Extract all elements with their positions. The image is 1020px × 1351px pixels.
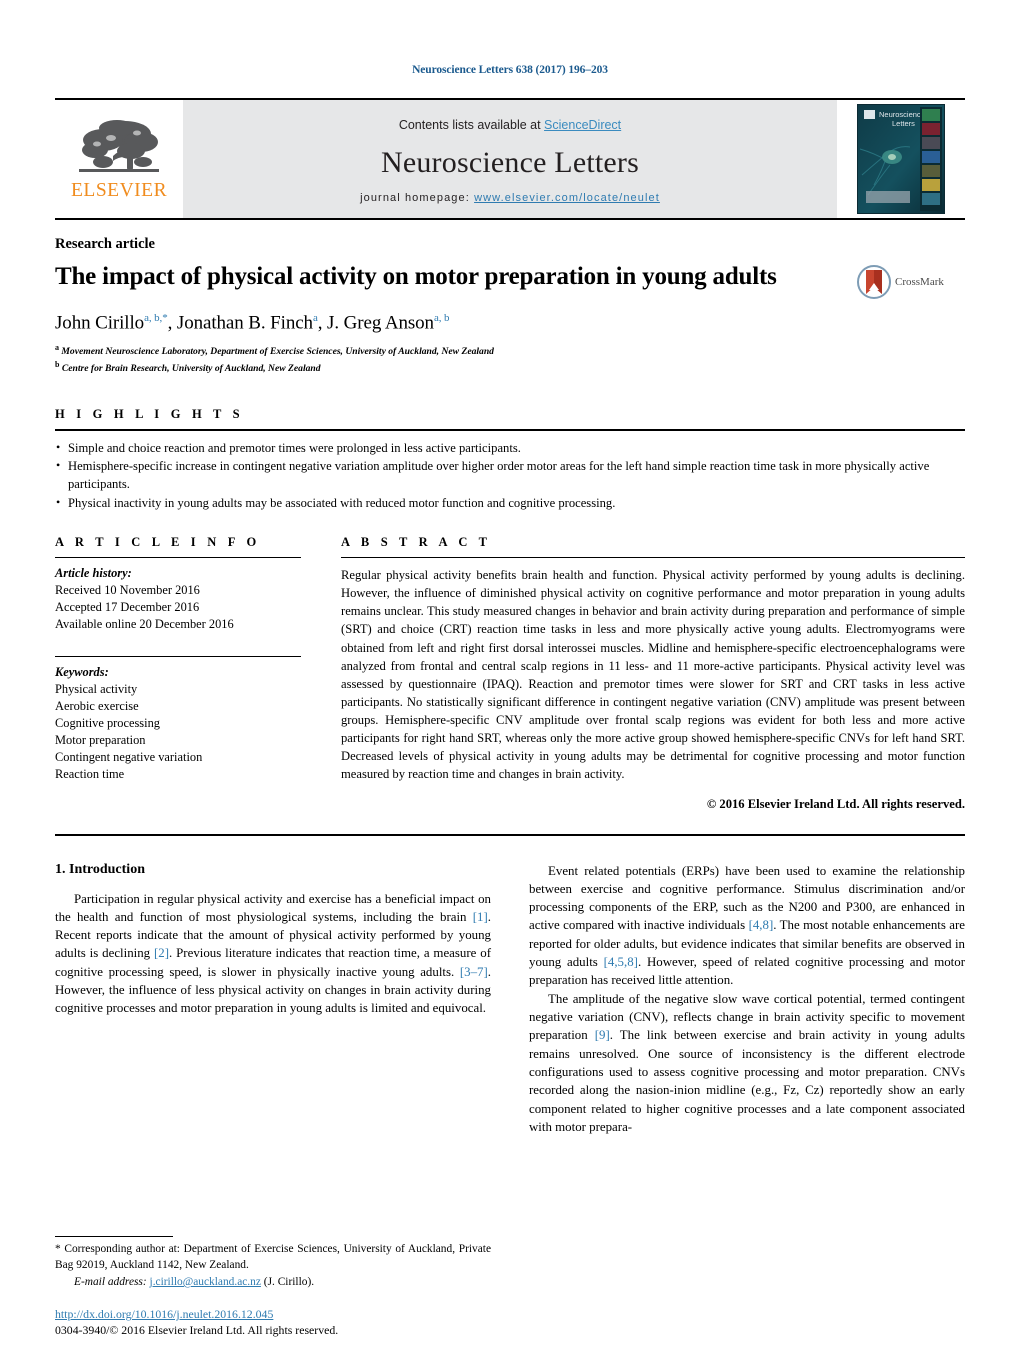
abstract-text: Regular physical activity benefits brain…	[341, 568, 965, 782]
list-item: Physical inactivity in young adults may …	[55, 494, 965, 513]
title-row: The impact of physical activity on motor…	[55, 263, 965, 299]
history-received: Received 10 November 2016	[55, 583, 200, 597]
journal-title: Neuroscience Letters	[380, 146, 640, 179]
abstract-rule	[341, 557, 965, 559]
footnote-text: * Corresponding author at: Department of…	[55, 1243, 491, 1272]
keyword-item: Aerobic exercise	[55, 698, 139, 713]
footnote-email-line: E-mail address: j.cirillo@auckland.ac.nz…	[55, 1275, 491, 1291]
list-item: Simple and choice reaction and premotor …	[55, 439, 965, 458]
affiliation-text-b: Centre for Brain Research, University of…	[61, 363, 321, 375]
highlights-rule	[55, 428, 965, 431]
affiliation-a: a Movement Neuroscience Laboratory, Depa…	[55, 342, 965, 359]
highlights-section: H I G H L I G H T S Simple and choice re…	[55, 407, 965, 514]
article-info-rule	[55, 557, 301, 559]
affiliation-text-a: Movement Neuroscience Laboratory, Depart…	[61, 346, 494, 358]
corresponding-author-footnote: * Corresponding author at: Department of…	[55, 1236, 491, 1291]
article-info-section: A R T I C L E I N F O Article history: R…	[55, 535, 301, 812]
article-history-label: Article history:	[55, 566, 132, 581]
journal-homepage-link[interactable]: www.elsevier.com/locate/neulet	[474, 192, 660, 204]
footnote-rule	[55, 1236, 173, 1238]
affiliation-marker-a: a	[55, 343, 59, 353]
article-type-label: Research article	[55, 236, 155, 252]
elsevier-tree-logo: ELSEVIER	[71, 118, 167, 201]
email-owner: (J. Cirillo).	[263, 1276, 315, 1289]
intro-paragraph-2: Event related potentials (ERPs) have bee…	[529, 863, 966, 988]
elsevier-tree-icon	[79, 119, 159, 172]
elsevier-logo-block: ELSEVIER	[55, 100, 183, 218]
keyword-item: Contingent negative variation	[55, 749, 203, 764]
crossmark-label: CrossMark	[895, 276, 944, 288]
running-head: Neuroscience Letters 638 (2017) 196–203	[412, 64, 608, 76]
elsevier-wordmark: ELSEVIER	[71, 179, 168, 201]
affiliations: a Movement Neuroscience Laboratory, Depa…	[55, 342, 965, 376]
corresponding-author-email-link[interactable]: j.cirillo@auckland.ac.nz	[150, 1276, 261, 1288]
copyright-line: © 2016 Elsevier Ireland Ltd. All rights …	[706, 796, 965, 811]
body-columns: 1. Introduction Participation in regular…	[55, 862, 965, 1137]
keyword-item: Physical activity	[55, 681, 138, 696]
crossmark-badge[interactable]: CrossMark	[857, 265, 965, 299]
svg-text:Letters: Letters	[892, 119, 915, 128]
history-accepted: Accepted 17 December 2016	[55, 599, 200, 614]
intro-paragraph-3: The amplitude of the negative slow wave …	[529, 991, 965, 1134]
abstract-heading: A B S T R A C T	[341, 535, 492, 550]
list-item: Hemisphere-specific increase in continge…	[55, 457, 965, 494]
keyword-item: Reaction time	[55, 766, 125, 781]
info-abstract-band: A R T I C L E I N F O Article history: R…	[55, 535, 965, 812]
journal-cover-block: Neuroscience Letters	[837, 100, 965, 218]
highlights-heading: H I G H L I G H T S	[55, 406, 244, 421]
article-page: Neuroscience Letters 638 (2017) 196–203	[0, 0, 1020, 1351]
body-separator-rule	[55, 833, 965, 836]
page-title: The impact of physical activity on motor…	[55, 263, 777, 290]
svg-text:Neuroscience: Neuroscience	[879, 110, 925, 119]
homepage-prefix: journal homepage:	[360, 192, 475, 204]
author-list: John Cirilloa, b,*, Jonathan B. Fincha, …	[55, 312, 450, 334]
article-history: Article history: Received 10 November 20…	[55, 565, 301, 633]
doi-link[interactable]: http://dx.doi.org/10.1016/j.neulet.2016.…	[55, 1307, 273, 1321]
affiliation-b: b Centre for Brain Research, University …	[55, 359, 965, 376]
journal-cover-image: Neuroscience Letters	[857, 104, 945, 214]
abstract-section: A B S T R A C T Regular physical activit…	[341, 535, 965, 812]
section-heading-introduction: 1. Introduction	[55, 861, 145, 877]
keyword-item: Motor preparation	[55, 732, 146, 747]
contents-list-line: Contents lists available at ScienceDirec…	[399, 118, 621, 132]
issn-copyright-line: 0304-3940/© 2016 Elsevier Ireland Ltd. A…	[55, 1323, 339, 1338]
intro-paragraph-1: Participation in regular physical activi…	[55, 891, 491, 1016]
journal-masthead: ELSEVIER Contents lists available at Sci…	[55, 98, 965, 220]
email-address-label: E-mail address:	[74, 1276, 147, 1289]
keywords-label: Keywords:	[55, 664, 109, 679]
doi-block: http://dx.doi.org/10.1016/j.neulet.2016.…	[55, 1306, 525, 1339]
keyword-item: Cognitive processing	[55, 715, 160, 730]
keywords-block: Keywords: Physical activity Aerobic exer…	[55, 664, 301, 783]
crossmark-icon	[857, 265, 891, 299]
highlights-list: Simple and choice reaction and premotor …	[55, 439, 965, 514]
body-column-left: 1. Introduction Participation in regular…	[55, 862, 491, 1137]
journal-cover-art-icon: Neuroscience Letters	[858, 105, 944, 213]
history-available: Available online 20 December 2016	[55, 616, 234, 631]
article-info-heading: A R T I C L E I N F O	[55, 535, 261, 550]
keywords-rule	[55, 655, 301, 657]
contents-prefix: Contents lists available at	[398, 118, 545, 132]
masthead-center: Contents lists available at ScienceDirec…	[183, 100, 837, 218]
journal-homepage-line: journal homepage: www.elsevier.com/locat…	[360, 192, 660, 204]
body-column-right: Event related potentials (ERPs) have bee…	[529, 862, 965, 1137]
sciencedirect-link[interactable]: ScienceDirect	[544, 118, 621, 132]
affiliation-marker-b: b	[55, 360, 60, 370]
